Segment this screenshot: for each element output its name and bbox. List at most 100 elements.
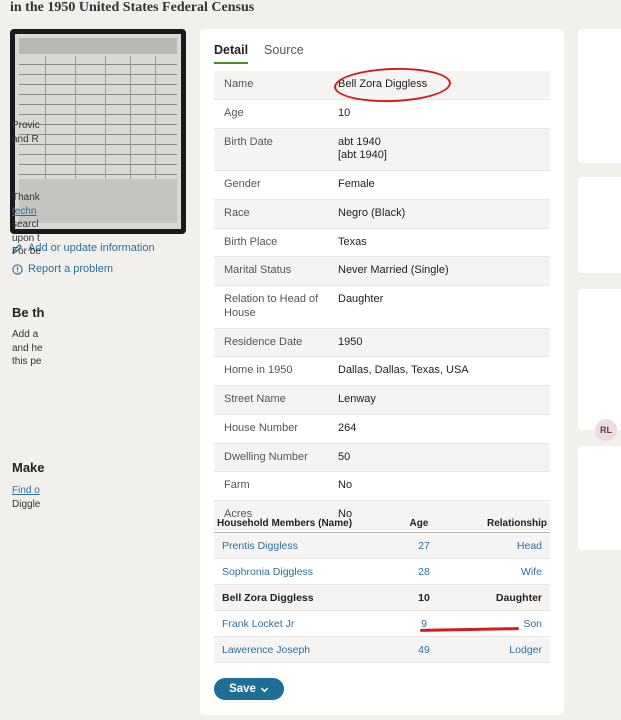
member-relationship: Head [516,539,542,552]
right-card-thanks [578,177,621,273]
tab-source[interactable]: Source [264,43,304,64]
detail-label: Home in 1950 [224,364,293,377]
card2-line5: For be [12,246,41,257]
detail-label: Marital Status [224,264,292,277]
header-age: Age [409,518,429,529]
right-card-make [578,446,621,550]
header-name: Household Members (Name) [217,518,353,529]
member-name-link[interactable]: Sophronia Diggless [222,566,394,578]
household-row[interactable]: Frank Locket Jr 9 Son [214,611,550,637]
card2-link[interactable]: techn [12,205,41,219]
detail-label: Street Name [224,393,286,405]
detail-label: Birth Date [224,135,273,148]
member-age: 49 [418,643,430,656]
detail-value: abt 1940 [abt 1940] [338,136,387,164]
detail-label: House Number [224,421,298,434]
card3-line1: Add a [12,329,39,340]
right-card2-text: Thank techn searcl upon t For be [12,191,41,259]
detail-label: Birth Place [224,235,278,248]
right-card3-text: Add a and he this pe [12,328,43,369]
add-update-info-label: Add or update information [28,242,155,254]
report-problem-label: Report a problem [28,263,113,275]
detail-value: No [338,479,353,492]
page-heading: in the 1950 United States Federal Census [10,0,255,15]
detail-table: Name Bell Zora Diggless Age 10 Birth Date a… [214,71,550,530]
detail-row-home: Home in 1950 Dallas, Dallas, Texas, USA [214,357,550,386]
card3-line3: this pe [12,356,42,367]
detail-value: Dallas, Dallas, Texas, USA [338,364,469,377]
member-name-link[interactable]: Frank Locket Jr [222,618,394,630]
member-relationship: Wife [521,565,542,578]
birth-date-value: abt 1940 [338,135,381,148]
household-row-current: Bell Zora Diggless 10 Daughter [214,585,550,611]
save-button[interactable]: Save [214,678,284,700]
detail-row-house-number: House Number 264 [214,415,550,444]
detail-value: Daughter [338,293,384,305]
header-relationship: Relationship [486,518,547,529]
info-circle-icon [12,263,23,275]
member-name-link[interactable]: Lawerence Joseph [222,644,394,656]
right-card-provided [578,29,621,163]
member-name: Bell Zora Diggless [222,591,314,604]
household-header: Household Members (Name) Age Relationshi… [214,515,550,533]
member-age: 27 [418,539,430,552]
member-age: 28 [418,565,430,578]
tab-bar: Detail Source [214,43,304,64]
right-card4-text: Find o Diggle [12,484,40,511]
save-label: Save [229,683,256,695]
member-relationship: Daughter [495,591,542,604]
card2-line4: upon t [12,232,40,244]
detail-row-residence-date: Residence Date 1950 [214,328,550,358]
detail-row-marital-status: Marital Status Never Married (Single) [214,257,550,286]
card1-line2: and R [12,133,39,145]
household-row[interactable]: Sophronia Diggless 28 Wife [214,559,550,585]
report-problem-link[interactable]: Report a problem [12,263,113,275]
right-card-be-the-first [578,289,621,430]
detail-value: Female [338,178,375,190]
detail-row-birth-place: Birth Place Texas [214,229,550,258]
tab-detail[interactable]: Detail [214,43,249,64]
detail-row-gender: Gender Female [214,171,550,200]
detail-row-age: Age 10 [214,100,550,129]
household-members-table: Household Members (Name) Age Relationshi… [214,515,550,663]
detail-value: 50 [338,450,351,463]
card4-title: Make [12,460,45,475]
household-row[interactable]: Prentis Diggless 27 Head [214,533,550,559]
detail-label: Gender [224,178,261,190]
detail-row-street: Street Name Lenway [214,386,550,415]
right-card1-text: Provic and R [12,119,40,146]
detail-value: 1950 [338,335,363,348]
detail-row-farm: Farm No [214,472,550,501]
detail-value: Negro (Black) [338,206,406,219]
card4-link[interactable]: Find o [12,484,40,498]
detail-row-birth-date: Birth Date abt 1940 [abt 1940] [214,128,550,171]
card4-line2: Diggle [12,498,41,510]
detail-label: Relation to Head of House [224,293,319,319]
member-relationship: Lodger [509,643,542,656]
detail-label: Residence Date [224,335,303,348]
detail-row-relation: Relation to Head of House Daughter [214,286,550,329]
detail-row-race: Race Negro (Black) [214,199,550,229]
card3-line2: and he [12,342,43,354]
household-row[interactable]: Lawerence Joseph 49 Lodger [214,637,550,663]
detail-value: Never Married (Single) [338,264,449,277]
detail-label: Name [224,78,254,90]
record-detail-card: Detail Source Name Bell Zora Diggless Age… [200,29,564,715]
avatar[interactable]: RL [595,419,617,441]
card1-line1: Provic [12,120,40,131]
detail-label: Age [224,106,244,119]
detail-value: Lenway [338,393,376,405]
card2-line1: Thank [12,192,40,203]
detail-label: Race [224,206,250,219]
detail-value: 264 [338,421,357,434]
card2-line3: searcl [12,219,39,230]
member-name-link[interactable]: Prentis Diggless [222,540,394,552]
birth-date-original: [abt 1940] [338,149,387,162]
detail-label: Dwelling Number [224,450,308,463]
detail-value: 10 [338,106,351,119]
detail-row-dwelling-number: Dwelling Number 50 [214,443,550,473]
detail-value: Texas [338,235,367,248]
chevron-down-icon [260,687,269,692]
detail-label: Farm [224,479,250,492]
member-age: 10 [418,591,430,604]
